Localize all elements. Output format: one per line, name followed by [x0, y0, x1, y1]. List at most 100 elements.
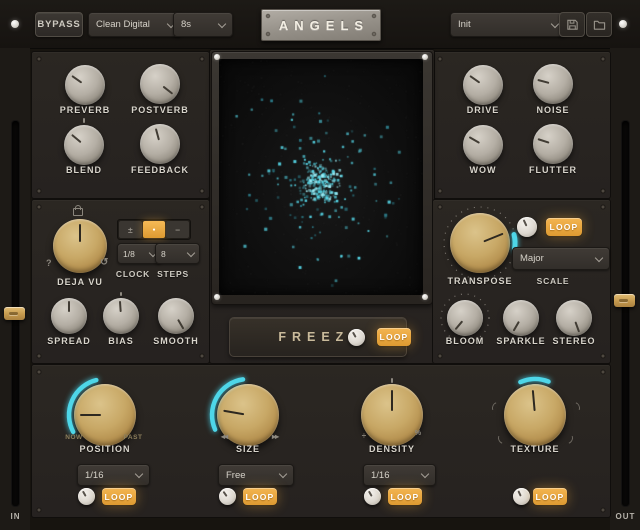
bypass-button[interactable]: BYPASS [35, 12, 83, 37]
chevron-down-icon [595, 253, 603, 261]
percent-icon: % [406, 430, 430, 437]
mode-select[interactable]: Clean Digital [88, 12, 182, 37]
loop-label: LOOP [246, 492, 275, 502]
size-mod-knob[interactable] [219, 488, 236, 505]
grain-display[interactable] [211, 51, 433, 305]
output-fader-track[interactable] [621, 120, 630, 507]
position-sync-value: 1/16 [85, 470, 104, 481]
density-sync-select[interactable]: 1/16 [363, 464, 436, 486]
help-icon[interactable]: ? [46, 258, 52, 268]
input-fader-track[interactable] [11, 120, 20, 507]
preset-value: Init [458, 19, 471, 30]
feedback-knob[interactable] [140, 124, 180, 164]
scale-select[interactable]: Major [512, 247, 610, 270]
sparkle-knob[interactable] [503, 300, 539, 336]
transpose-mod-knob[interactable] [517, 217, 537, 237]
density-loop-button[interactable]: LOOP [388, 488, 422, 505]
wow-knob[interactable] [463, 125, 503, 165]
density-mod-knob[interactable] [364, 488, 381, 505]
density-sync-value: 1/16 [371, 470, 390, 481]
bloom-knob[interactable] [447, 300, 483, 336]
drive-knob[interactable] [463, 65, 503, 105]
input-fader-handle[interactable] [4, 307, 25, 320]
display-screw [214, 294, 220, 300]
position-label: POSITION [60, 444, 150, 454]
transpose-label: TRANSPOSE [435, 276, 525, 286]
grain-display-screen[interactable] [219, 59, 423, 295]
reverb-panel [31, 51, 210, 199]
time-select[interactable]: 8s [173, 12, 233, 37]
dejavu-knob[interactable] [53, 219, 107, 273]
smooth-label: SMOOTH [131, 336, 221, 346]
power-led-right [619, 20, 627, 28]
chevron-down-icon [135, 470, 143, 478]
blend-tick [83, 118, 85, 123]
input-fader-section: IN [0, 48, 30, 530]
noise-knob[interactable] [533, 64, 573, 104]
history-icon[interactable]: ↺ [100, 257, 108, 268]
lock-icon[interactable] [73, 208, 83, 216]
page-title: ANGELS [279, 18, 369, 33]
position-sync-select[interactable]: 1/16 [77, 464, 150, 486]
postverb-label: POSTVERB [115, 105, 205, 115]
texture-loop-button[interactable]: LOOP [533, 488, 567, 505]
title-plate: ANGELS [261, 9, 381, 41]
blend-knob[interactable] [64, 125, 104, 165]
stereo-knob[interactable] [556, 300, 592, 336]
bias-knob[interactable] [103, 298, 139, 334]
segment-plusminus[interactable]: ± [119, 221, 142, 238]
loop-label: LOOP [391, 492, 420, 502]
size-sync-select[interactable]: Free [218, 464, 294, 486]
preset-select[interactable]: Init [450, 12, 566, 37]
output-fader-handle[interactable] [614, 294, 635, 307]
position-past-hint: PAST [118, 434, 148, 441]
display-screw [214, 54, 220, 60]
chevron-down-icon [421, 470, 429, 478]
bypass-label: BYPASS [37, 19, 80, 30]
knob-indicator [53, 219, 107, 273]
position-loop-button[interactable]: LOOP [102, 488, 136, 505]
dejavu-mode-segments: ± ● − [117, 219, 191, 240]
flutter-knob[interactable] [533, 124, 573, 164]
texture-knob[interactable] [504, 384, 566, 446]
position-mod-knob[interactable] [78, 488, 95, 505]
loop-label: LOOP [105, 492, 134, 502]
preverb-knob[interactable] [65, 65, 105, 105]
chevron-down-icon [218, 19, 226, 27]
size-loop-button[interactable]: LOOP [243, 488, 277, 505]
position-now-hint: NOW [59, 434, 89, 441]
transpose-knob[interactable] [450, 213, 510, 273]
chevron-down-icon [279, 470, 287, 478]
save-icon [566, 18, 579, 31]
folder-icon [593, 19, 606, 31]
segment-minus[interactable]: − [166, 221, 189, 238]
flutter-label: FLUTTER [508, 165, 598, 175]
size-label: SIZE [203, 444, 293, 454]
postverb-knob[interactable] [140, 64, 180, 104]
load-preset-button[interactable] [586, 12, 612, 37]
texture-mod-knob[interactable] [513, 488, 530, 505]
stereo-label: STEREO [529, 336, 619, 346]
steps-label: STEPS [143, 269, 203, 279]
freeze-loop-button[interactable]: LOOP [377, 328, 411, 346]
save-preset-button[interactable] [559, 12, 585, 37]
texture-label: TEXTURE [490, 444, 580, 454]
freeze-mod-knob[interactable] [348, 329, 365, 346]
grain-canvas [219, 59, 423, 295]
smooth-knob[interactable] [158, 298, 194, 334]
steps-value: 8 [161, 249, 166, 259]
rewind-icon: ◂◂ [212, 432, 236, 441]
input-fader-label: IN [0, 512, 31, 521]
feedback-label: FEEDBACK [115, 165, 205, 175]
header-bar: BYPASS Clean Digital 8s ANGELS Init [0, 0, 640, 49]
spread-knob[interactable] [51, 298, 87, 334]
scale-label: SCALE [523, 276, 583, 286]
knob-indicator [51, 298, 87, 334]
steps-select[interactable]: 8 [155, 243, 200, 264]
clock-value: 1/8 [123, 249, 135, 259]
transpose-loop-button[interactable]: LOOP [546, 218, 582, 236]
time-value: 8s [181, 19, 191, 30]
scale-value: Major [520, 253, 544, 264]
plugin-window: BYPASS Clean Digital 8s ANGELS Init [0, 0, 640, 530]
segment-dot-selected[interactable]: ● [143, 221, 166, 238]
